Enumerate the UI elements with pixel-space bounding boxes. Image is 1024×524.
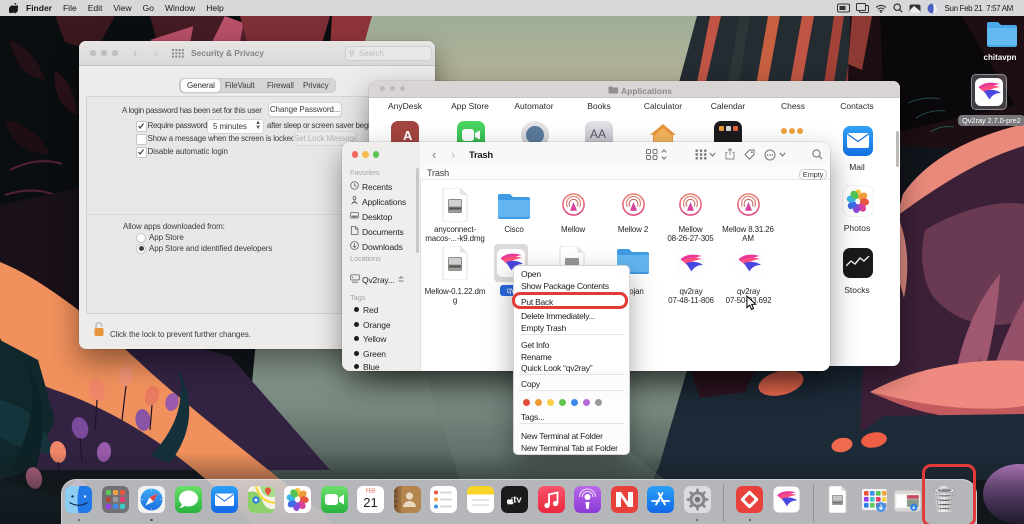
svg-text:21: 21 <box>363 495 377 510</box>
svg-text:FEB: FEB <box>366 489 376 495</box>
svg-text:tv: tv <box>513 495 522 506</box>
